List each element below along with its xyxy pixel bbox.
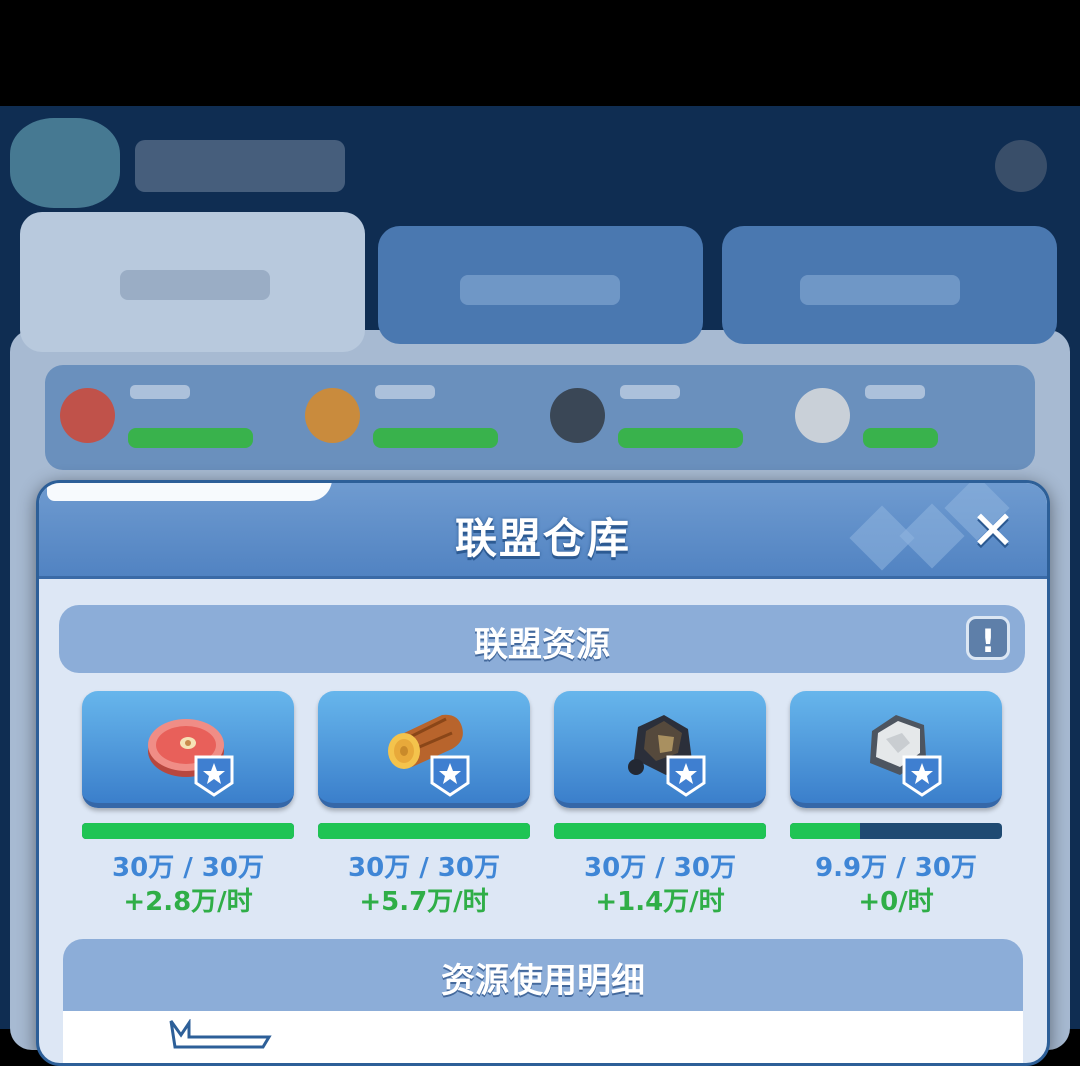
- background-alliance-logo: [10, 118, 120, 208]
- background-bar-1: [128, 428, 253, 448]
- star-badge-icon: [666, 755, 706, 797]
- background-label-3: [620, 385, 680, 399]
- background-meat-icon: [60, 388, 115, 443]
- star-badge-icon: [902, 755, 942, 797]
- resource-rate: +2.8万/时: [123, 887, 253, 917]
- alliance-warehouse-dialog: 联盟仓库 ✕ 联盟资源 ! 30万 / 30万 30万 / 30万 30万 / …: [36, 480, 1050, 1066]
- resource-amount: 30万 / 30万: [112, 853, 264, 883]
- resource-rate: +5.7万/时: [359, 887, 489, 917]
- resource-progress-fill: [318, 823, 530, 839]
- background-tab-2-label: [460, 275, 620, 305]
- resource-rate: +0/时: [858, 887, 934, 917]
- resource-amount: 30万 / 30万: [584, 853, 736, 883]
- background-coal-icon: [550, 388, 605, 443]
- resource-usage-header: 资源使用明细: [63, 939, 1023, 1011]
- background-bar-4: [863, 428, 938, 448]
- resource-amount: 9.9万 / 30万: [815, 853, 977, 883]
- resource-progress-bar: [790, 823, 1002, 839]
- dialog-title: 联盟仓库: [454, 514, 631, 563]
- resource-progress-fill: [554, 823, 766, 839]
- resource-progress-bar: [554, 823, 766, 839]
- background-settings-icon: [995, 140, 1047, 192]
- background-alliance-name: [135, 140, 345, 192]
- alliance-resources-header: 联盟资源 !: [59, 605, 1025, 673]
- resource-card-coal[interactable]: [554, 691, 766, 808]
- resource-usage-list: [63, 1011, 1023, 1063]
- background-bar-3: [618, 428, 743, 448]
- resource-progress-fill: [82, 823, 294, 839]
- resource-progress-bar: [82, 823, 294, 839]
- background-iron-icon: [795, 388, 850, 443]
- alliance-resources-title: 联盟资源: [474, 625, 610, 665]
- background-tab-1-label: [120, 270, 270, 300]
- background-wood-icon: [305, 388, 360, 443]
- resource-usage-title: 资源使用明细: [441, 961, 645, 1001]
- info-button[interactable]: !: [966, 616, 1010, 660]
- close-button[interactable]: ✕: [967, 504, 1019, 558]
- top-black-bar: [0, 0, 1080, 106]
- resource-card-meat[interactable]: [82, 691, 294, 808]
- star-badge-icon: [430, 755, 470, 797]
- resource-rate: +1.4万/时: [595, 887, 725, 917]
- resource-card-iron[interactable]: [790, 691, 1002, 808]
- resource-amount: 30万 / 30万: [348, 853, 500, 883]
- star-ribbon-icon: [169, 1019, 272, 1049]
- resource-progress-bar: [318, 823, 530, 839]
- resource-card-wood[interactable]: [318, 691, 530, 808]
- star-badge-icon: [194, 755, 234, 797]
- background-tab-3-label: [800, 275, 960, 305]
- resource-progress-fill: [790, 823, 860, 839]
- background-resource-row: [45, 365, 1035, 470]
- snow-decoration: [47, 483, 332, 501]
- background-label-2: [375, 385, 435, 399]
- background-label-4: [865, 385, 925, 399]
- background-bar-2: [373, 428, 498, 448]
- background-label-1: [130, 385, 190, 399]
